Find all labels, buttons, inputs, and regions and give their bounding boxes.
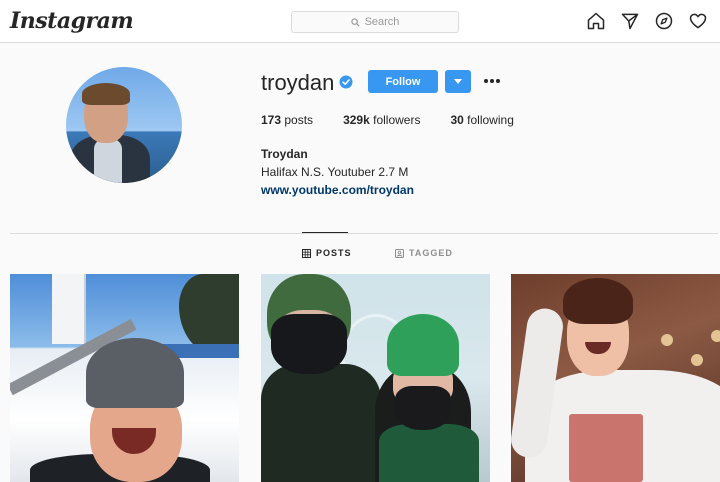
posts-stat: 173 posts <box>261 113 313 127</box>
home-icon[interactable] <box>586 11 606 31</box>
grid-icon <box>302 248 311 258</box>
man-mask-shape <box>271 314 347 374</box>
profile-stats: 173 posts 329k followers 30 following <box>261 113 544 127</box>
ski-jump-tower <box>52 274 86 344</box>
follow-button[interactable]: Follow <box>368 70 438 93</box>
avatar-collar <box>94 139 122 183</box>
bokeh-light <box>711 330 720 342</box>
beanie-shape <box>86 338 184 408</box>
profile-bio: Halifax N.S. Youtuber 2.7 M <box>261 165 409 179</box>
bokeh-light <box>661 334 673 346</box>
followers-stat[interactable]: 329k followers <box>343 113 420 127</box>
profile-website-link[interactable]: www.youtube.com/troydan <box>261 183 414 197</box>
profile-full-name: Troydan <box>261 147 308 161</box>
tab-tagged-label: TAGGED <box>409 248 453 258</box>
dot <box>490 79 494 83</box>
search-placeholder: Search <box>364 16 400 28</box>
avatar-hair <box>82 83 130 105</box>
explore-icon[interactable] <box>654 11 674 31</box>
profile-avatar[interactable] <box>66 67 182 183</box>
more-options-button[interactable] <box>481 72 503 90</box>
verified-badge-icon <box>339 75 353 89</box>
followers-count: 329k <box>343 113 370 127</box>
following-label: following <box>467 113 514 127</box>
woman-hat-shape <box>387 314 459 376</box>
child-hair-shape <box>563 278 633 324</box>
following-count: 30 <box>450 113 464 127</box>
post-thumbnail[interactable] <box>261 274 490 482</box>
top-nav: Instagram Search <box>0 0 720 43</box>
followers-label: followers <box>373 113 421 127</box>
tab-posts[interactable]: POSTS <box>302 248 352 258</box>
nav-icons <box>586 11 708 31</box>
activity-heart-icon[interactable] <box>688 11 708 31</box>
following-stat[interactable]: 30 following <box>450 113 513 127</box>
suggested-dropdown-button[interactable] <box>445 70 471 93</box>
search-icon <box>350 17 360 27</box>
dot <box>484 79 488 83</box>
tabs-divider <box>10 233 718 234</box>
search-input[interactable]: Search <box>291 11 459 33</box>
woman-mask-shape <box>395 386 451 430</box>
shirt-print-shape <box>569 414 643 482</box>
direct-icon[interactable] <box>620 11 640 31</box>
instagram-logo[interactable]: Instagram <box>10 8 134 34</box>
profile-username: troydan <box>261 70 335 95</box>
woman-body-shape <box>379 424 479 482</box>
posts-count: 173 <box>261 113 282 127</box>
post-thumbnail[interactable] <box>511 274 720 482</box>
active-tab-indicator <box>302 232 348 233</box>
man-body-shape <box>261 364 381 482</box>
chevron-down-icon <box>454 78 462 84</box>
bokeh-light <box>691 354 703 366</box>
tab-tagged[interactable]: TAGGED <box>395 248 453 258</box>
tree-shape <box>179 274 239 354</box>
posts-label: posts <box>284 113 314 127</box>
tab-posts-label: POSTS <box>316 248 352 258</box>
dot <box>496 79 500 83</box>
tagged-icon <box>395 248 404 258</box>
post-thumbnail[interactable] <box>10 274 239 482</box>
